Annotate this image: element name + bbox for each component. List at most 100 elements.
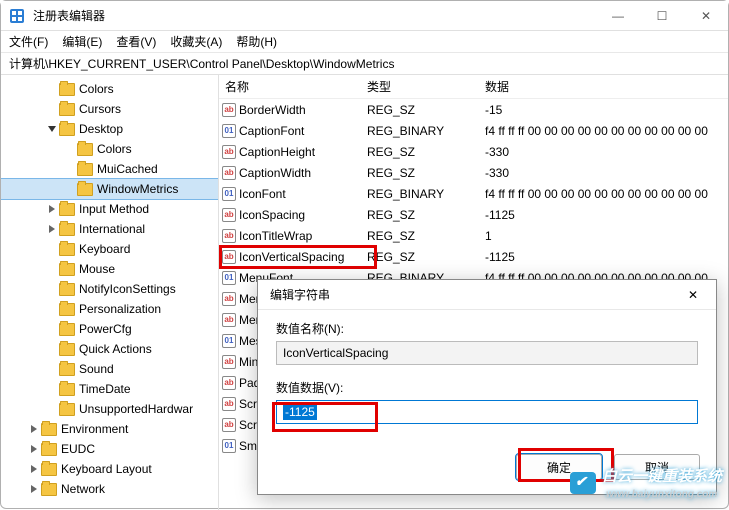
tree-view[interactable]: ColorsCursorsDesktopColorsMuiCachedWindo… xyxy=(1,75,219,510)
tree-item-label: Sound xyxy=(79,362,114,376)
col-name[interactable]: 名称 xyxy=(219,78,367,95)
tree-item-label: Colors xyxy=(79,82,114,96)
tree-item[interactable]: Keyboard xyxy=(1,239,218,259)
tree-item[interactable]: Desktop xyxy=(1,119,218,139)
tree-caret-icon[interactable] xyxy=(27,485,41,493)
string-value-icon: ab xyxy=(222,355,236,369)
value-name: CaptionFont xyxy=(239,124,367,138)
value-name: IconFont xyxy=(239,187,367,201)
value-row[interactable]: abCaptionHeightREG_SZ-330 xyxy=(219,141,728,162)
tree-caret-icon[interactable] xyxy=(45,225,59,233)
tree-caret-icon[interactable] xyxy=(45,205,59,213)
tree-item[interactable]: EUDC xyxy=(1,439,218,459)
binary-value-icon: 01 xyxy=(222,439,236,453)
col-data[interactable]: 数据 xyxy=(485,78,728,95)
tree-item[interactable]: Keyboard Layout xyxy=(1,459,218,479)
tree-item[interactable]: Sound xyxy=(1,359,218,379)
cancel-button[interactable]: 取消 xyxy=(614,454,700,480)
value-name: IconSpacing xyxy=(239,208,367,222)
folder-icon xyxy=(41,463,57,476)
binary-value-icon: 01 xyxy=(222,187,236,201)
menu-view[interactable]: 查看(V) xyxy=(116,33,156,50)
value-row[interactable]: abIconVerticalSpacingREG_SZ-1125 xyxy=(219,246,728,267)
value-name: CaptionHeight xyxy=(239,145,367,159)
tree-item[interactable]: Network xyxy=(1,479,218,499)
tree-item[interactable]: PowerCfg xyxy=(1,319,218,339)
value-row[interactable]: 01IconFontREG_BINARYf4 ff ff ff 00 00 00… xyxy=(219,183,728,204)
folder-icon xyxy=(59,83,75,96)
value-name: BorderWidth xyxy=(239,103,367,117)
binary-value-icon: 01 xyxy=(222,271,236,285)
folder-icon xyxy=(59,403,75,416)
tree-caret-icon[interactable] xyxy=(27,445,41,453)
tree-item[interactable]: TimeDate xyxy=(1,379,218,399)
address-bar[interactable]: 计算机\HKEY_CURRENT_USER\Control Panel\Desk… xyxy=(1,53,728,75)
menu-edit[interactable]: 编辑(E) xyxy=(62,33,102,50)
tree-item-label: Environment xyxy=(61,422,128,436)
folder-icon xyxy=(59,383,75,396)
tree-item[interactable]: MuiCached xyxy=(1,159,218,179)
value-row[interactable]: 01CaptionFontREG_BINARYf4 ff ff ff 00 00… xyxy=(219,120,728,141)
tree-item[interactable]: Personalization xyxy=(1,299,218,319)
tree-item[interactable]: Input Method xyxy=(1,199,218,219)
menu-help[interactable]: 帮助(H) xyxy=(236,33,277,50)
tree-item[interactable]: International xyxy=(1,219,218,239)
tree-item[interactable]: UnsupportedHardwar xyxy=(1,399,218,419)
string-value-icon: ab xyxy=(222,145,236,159)
value-data: f4 ff ff ff 00 00 00 00 00 00 00 00 00 0… xyxy=(485,187,728,201)
value-row[interactable]: abBorderWidthREG_SZ-15 xyxy=(219,99,728,120)
tree-caret-icon[interactable] xyxy=(27,425,41,433)
menu-favorites[interactable]: 收藏夹(A) xyxy=(170,33,222,50)
string-value-icon: ab xyxy=(222,418,236,432)
value-row[interactable]: abCaptionWidthREG_SZ-330 xyxy=(219,162,728,183)
value-row[interactable]: abIconTitleWrapREG_SZ1 xyxy=(219,225,728,246)
folder-icon xyxy=(77,183,93,196)
folder-icon xyxy=(59,243,75,256)
folder-icon xyxy=(59,303,75,316)
close-button[interactable]: ✕ xyxy=(684,1,728,31)
binary-value-icon: 01 xyxy=(222,124,236,138)
value-name: CaptionWidth xyxy=(239,166,367,180)
minimize-button[interactable]: — xyxy=(596,1,640,31)
tree-item-label: TimeDate xyxy=(79,382,131,396)
value-type: REG_SZ xyxy=(367,208,485,222)
col-type[interactable]: 类型 xyxy=(367,78,485,95)
dialog-title: 编辑字符串 xyxy=(270,286,676,303)
menu-file[interactable]: 文件(F) xyxy=(9,33,48,50)
string-value-icon: ab xyxy=(222,250,236,264)
tree-item-label: Personalization xyxy=(79,302,161,316)
string-value-icon: ab xyxy=(222,229,236,243)
string-value-icon: ab xyxy=(222,292,236,306)
tree-item-label: NotifyIconSettings xyxy=(79,282,176,296)
folder-icon xyxy=(59,223,75,236)
value-data: -330 xyxy=(485,166,728,180)
value-data: 1 xyxy=(485,229,728,243)
ok-button[interactable]: 确定 xyxy=(516,454,602,480)
tree-item[interactable]: Environment xyxy=(1,419,218,439)
tree-item-label: PowerCfg xyxy=(79,322,132,336)
dialog-close-button[interactable]: ✕ xyxy=(676,282,710,308)
maximize-button[interactable]: ☐ xyxy=(640,1,684,31)
value-data: -330 xyxy=(485,145,728,159)
value-row[interactable]: abIconSpacingREG_SZ-1125 xyxy=(219,204,728,225)
tree-item[interactable]: Mouse xyxy=(1,259,218,279)
data-field[interactable]: -1125 xyxy=(276,400,698,424)
name-field xyxy=(276,341,698,365)
string-value-icon: ab xyxy=(222,397,236,411)
tree-caret-icon[interactable] xyxy=(27,465,41,473)
data-label: 数值数据(V): xyxy=(276,379,698,396)
tree-item-label: MuiCached xyxy=(97,162,158,176)
value-data: -1125 xyxy=(485,250,728,264)
tree-item-label: Keyboard Layout xyxy=(61,462,152,476)
tree-item[interactable]: Quick Actions xyxy=(1,339,218,359)
tree-item[interactable]: WindowMetrics xyxy=(1,179,218,199)
tree-caret-icon[interactable] xyxy=(45,125,59,133)
folder-icon xyxy=(59,103,75,116)
tree-item[interactable]: Colors xyxy=(1,139,218,159)
string-value-icon: ab xyxy=(222,313,236,327)
value-data: f4 ff ff ff 00 00 00 00 00 00 00 00 00 0… xyxy=(485,124,728,138)
tree-item[interactable]: Colors xyxy=(1,79,218,99)
tree-item[interactable]: NotifyIconSettings xyxy=(1,279,218,299)
tree-item-label: Input Method xyxy=(79,202,149,216)
tree-item[interactable]: Cursors xyxy=(1,99,218,119)
